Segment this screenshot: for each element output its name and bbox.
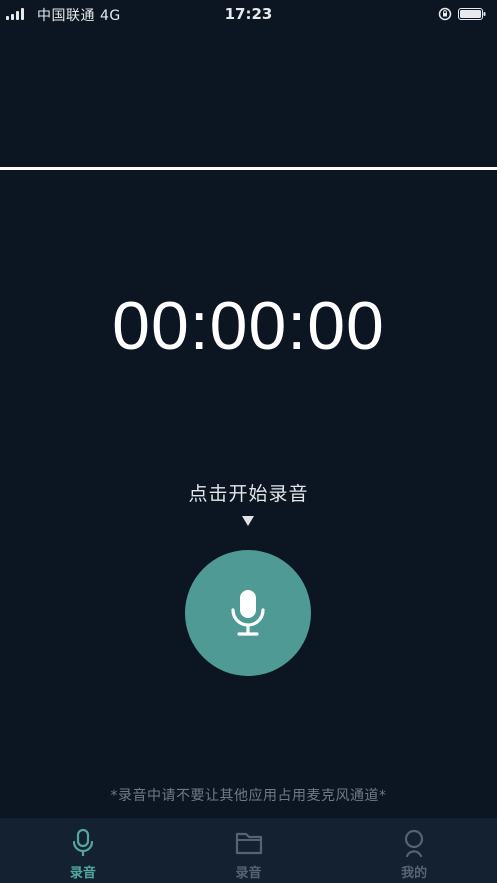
tab-profile-label: 我的	[401, 866, 428, 881]
tab-bar: 录音 录音 我的	[0, 818, 497, 883]
recording-timer: 00:00:00	[112, 288, 385, 364]
header-area	[0, 28, 497, 167]
tab-record-label: 录音	[69, 866, 96, 881]
folder-icon	[235, 832, 262, 855]
tab-record[interactable]: 录音	[0, 818, 166, 883]
battery-icon	[458, 8, 486, 20]
tab-profile[interactable]: 我的	[331, 818, 497, 883]
rotation-lock-icon	[438, 7, 452, 21]
microphone-icon	[231, 590, 265, 636]
tab-recordings-label: 录音	[235, 866, 262, 881]
status-bar: 中国联通 4G 17:23	[0, 0, 497, 28]
microphone-icon	[72, 828, 93, 856]
start-recording-hint: 点击开始录音	[188, 483, 309, 505]
tab-recordings[interactable]: 录音	[166, 818, 332, 883]
mic-usage-notice: *录音中请不要让其他应用占用麦克风通道*	[110, 788, 387, 804]
profile-icon	[405, 829, 424, 858]
record-button[interactable]	[185, 550, 311, 676]
status-time: 17:23	[224, 5, 273, 23]
triangle-down-icon	[242, 516, 254, 526]
header-divider	[0, 167, 497, 170]
